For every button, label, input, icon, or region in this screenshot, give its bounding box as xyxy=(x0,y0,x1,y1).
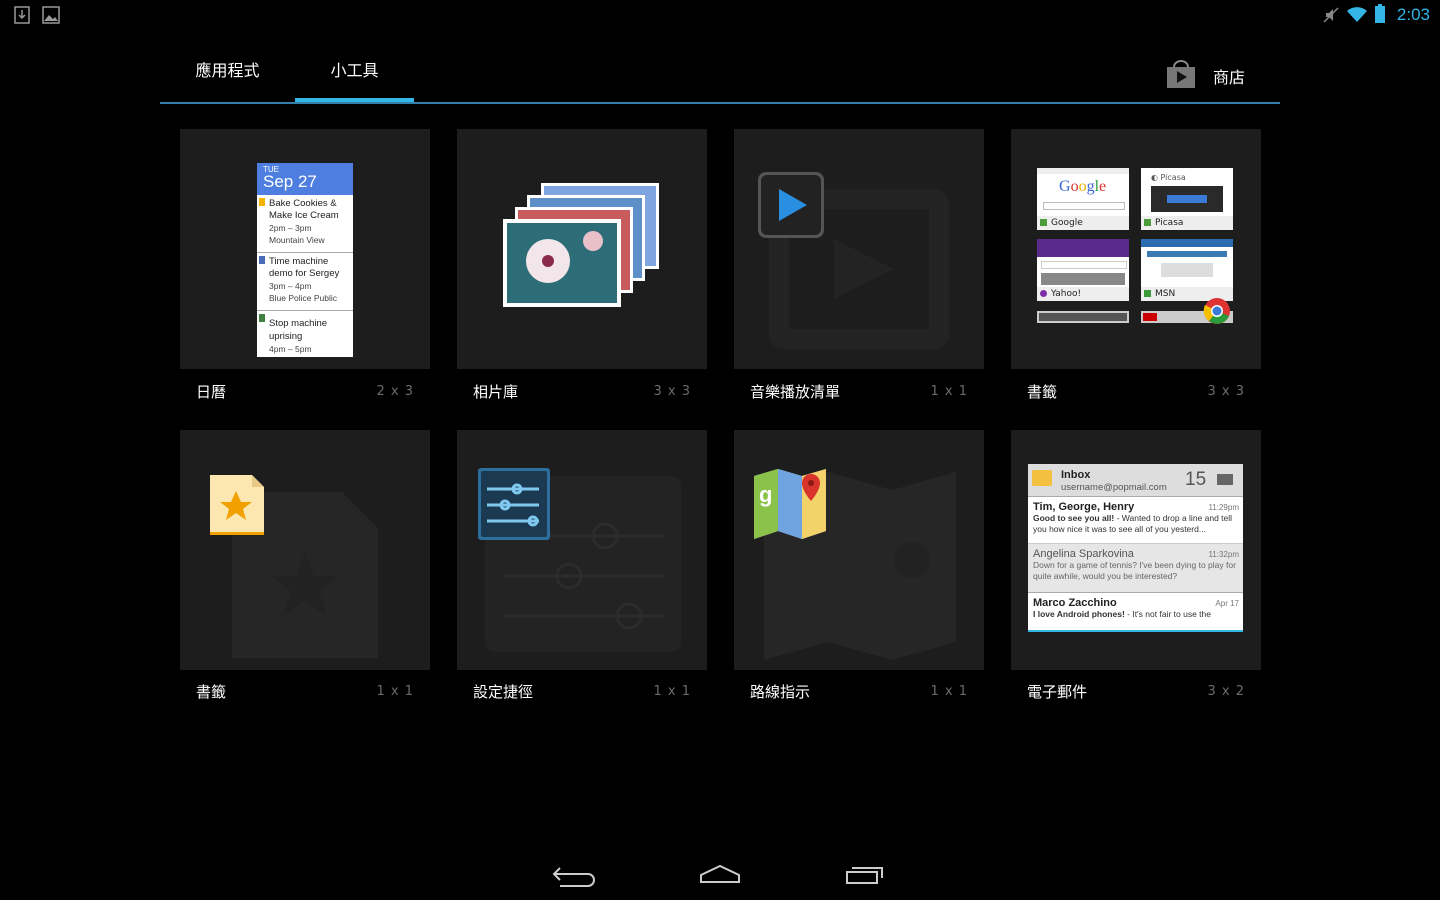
clock: 2:03 xyxy=(1396,5,1430,24)
widget-label: 路線指示 xyxy=(750,683,811,701)
home-button[interactable] xyxy=(690,858,750,892)
calendar-event: Bake Cookies & Make Ice Cream 2pm – 3pm … xyxy=(257,195,353,253)
widget-preview-gallery[interactable] xyxy=(457,129,707,369)
widget-label: 相片庫 xyxy=(473,383,519,401)
envelope-icon xyxy=(1032,470,1052,486)
tab-divider xyxy=(160,102,1280,104)
email-preview: Inbox username@popmail.com 15 Tim, Georg… xyxy=(1028,464,1243,632)
tab-bar: 應用程式 小工具 商店 xyxy=(160,50,1280,105)
widget-size: 3 x 3 xyxy=(1207,384,1245,399)
chrome-icon xyxy=(1203,297,1231,329)
bookmark-thumb: ◐ Picasa Picasa xyxy=(1141,168,1233,230)
widget-preview-directions[interactable]: g xyxy=(734,430,984,670)
bookmark-thumb: Google Google xyxy=(1037,168,1129,230)
widget-label: 日曆 xyxy=(196,383,227,401)
back-button[interactable] xyxy=(546,858,606,892)
svg-text:g: g xyxy=(759,482,772,507)
download-icon xyxy=(14,6,30,28)
tab-widgets[interactable]: 小工具 xyxy=(295,50,414,104)
widget-size: 1 x 1 xyxy=(930,384,968,399)
image-icon xyxy=(42,6,60,28)
bookmark-thumb: Yahoo! xyxy=(1037,239,1129,301)
calendar-date: Sep 27 xyxy=(263,172,317,191)
calendar-preview: TUE Sep 27 Bake Cookies & Make Ice Cream… xyxy=(257,163,353,357)
home-icon xyxy=(700,864,740,883)
bookmark-thumb: MSN xyxy=(1141,239,1233,301)
bookmark-thumb xyxy=(1037,311,1129,323)
settings-icon xyxy=(477,467,551,545)
widget-size: 3 x 2 xyxy=(1207,684,1245,699)
navigation-bar xyxy=(0,850,1440,900)
widget-label: 書籤 xyxy=(196,683,227,701)
gallery-icon xyxy=(503,181,663,315)
widget-size: 2 x 3 xyxy=(376,384,414,399)
email-message: Angelina Sparkovina 11:32pm Down for a g… xyxy=(1028,544,1243,593)
status-bar: 2:03 xyxy=(0,0,1440,30)
back-icon xyxy=(552,867,595,887)
widget-preview-bookmark[interactable] xyxy=(180,430,430,670)
widget-size: 3 x 3 xyxy=(653,384,691,399)
widget-label: 設定捷徑 xyxy=(473,683,534,701)
email-message: Tim, George, Henry 11:29pm Good to see y… xyxy=(1028,497,1243,544)
widget-preview-settings[interactable] xyxy=(457,430,707,670)
store-label: 商店 xyxy=(1212,68,1245,87)
bookmark-icon xyxy=(209,474,265,540)
maps-icon: g xyxy=(753,468,827,544)
widget-size: 1 x 1 xyxy=(930,684,968,699)
email-header: Inbox username@popmail.com 15 xyxy=(1028,464,1243,497)
email-message: Marco Zacchino Apr 17 I love Android pho… xyxy=(1033,597,1239,619)
play-store-icon xyxy=(1165,59,1197,93)
widget-label: 書籤 xyxy=(1027,383,1058,401)
widget-preview-bookmarks[interactable]: Google Google ◐ Picasa Picasa Yahoo! MSN xyxy=(1011,129,1261,369)
wifi-icon xyxy=(1346,5,1368,27)
calendar-event: Stop machine uprising 4pm – 5pm xyxy=(257,311,353,365)
widget-preview-email[interactable]: Inbox username@popmail.com 15 Tim, Georg… xyxy=(1011,430,1261,670)
mute-icon xyxy=(1322,6,1340,28)
play-icon xyxy=(757,171,825,243)
store-button[interactable]: 商店 xyxy=(1165,56,1245,96)
battery-icon xyxy=(1374,4,1386,28)
compose-icon xyxy=(1217,474,1233,485)
widget-size: 1 x 1 xyxy=(376,684,414,699)
recents-icon xyxy=(846,867,883,884)
widget-preview-calendar[interactable]: TUE Sep 27 Bake Cookies & Make Ice Cream… xyxy=(180,129,430,369)
widget-label: 電子郵件 xyxy=(1027,683,1088,701)
widget-size: 1 x 1 xyxy=(653,684,691,699)
widget-label: 音樂播放清單 xyxy=(750,383,841,401)
tab-apps[interactable]: 應用程式 xyxy=(175,50,280,102)
calendar-event: Time machine demo for Sergey 3pm – 4pm B… xyxy=(257,253,353,311)
widget-preview-music[interactable] xyxy=(734,129,984,369)
recents-button[interactable] xyxy=(835,858,895,892)
